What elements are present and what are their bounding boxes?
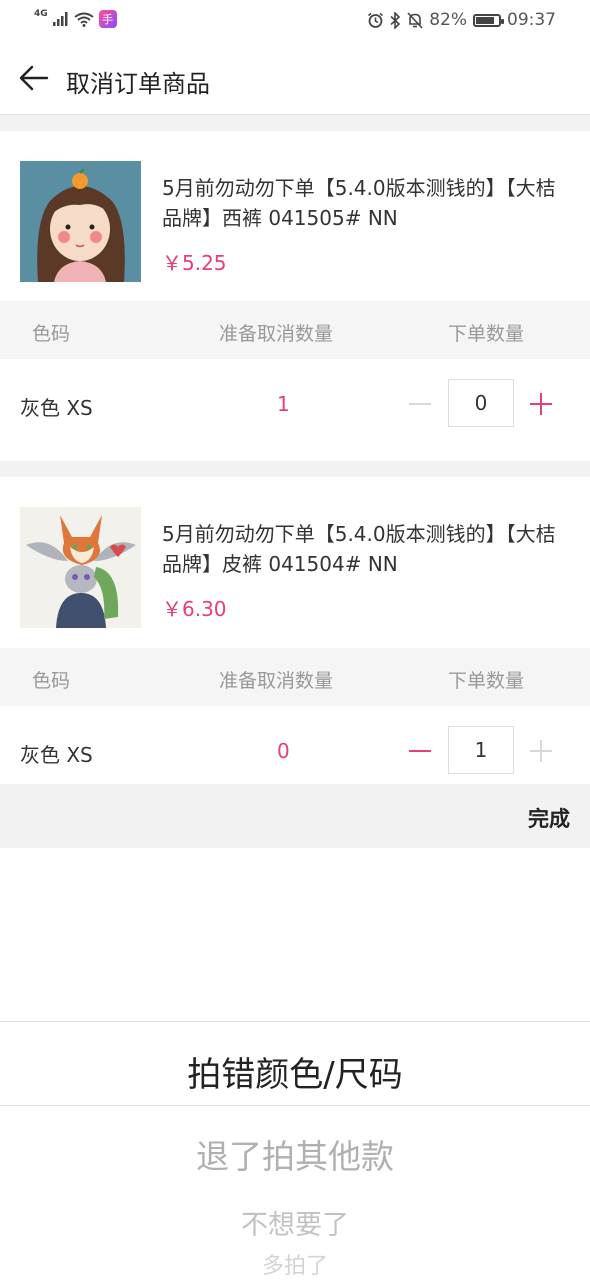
table-header: 色码 准备取消数量 下单数量 — [0, 648, 590, 706]
product-image[interactable] — [20, 161, 141, 282]
cancel-qty-header: 准备取消数量 — [219, 670, 334, 692]
app-icon: 手 — [98, 10, 117, 28]
picker-option[interactable]: 退了拍其他款 — [0, 1130, 590, 1178]
product-name: 5月前勿动勿下单【5.4.0版本测钱的】【大桔品牌】皮裤 041504# NN — [162, 522, 556, 576]
decrement-button[interactable] — [400, 381, 440, 427]
picker-toolbar: 完成 — [0, 784, 590, 848]
color-size-header: 色码 — [32, 323, 71, 345]
section-divider — [0, 461, 590, 477]
picker-divider-bottom — [0, 1105, 590, 1106]
picker-option[interactable]: 多拍了 — [0, 1248, 590, 1280]
battery-percent: 82% — [429, 10, 467, 30]
picker-option[interactable]: 不想要了 — [0, 1203, 590, 1242]
increment-button[interactable] — [521, 728, 561, 774]
picker-divider-top — [0, 1021, 590, 1022]
status-bar: 4G 手 82% 09:37 — [0, 0, 590, 42]
cancel-quantity: 0 — [277, 739, 290, 763]
battery-icon — [473, 13, 504, 27]
alarm-icon — [368, 12, 384, 28]
product-image[interactable] — [20, 507, 141, 628]
sku-row: 灰色 XS 1 0 — [0, 359, 590, 451]
minus-icon — [409, 750, 431, 752]
table-header: 色码 准备取消数量 下单数量 — [0, 301, 590, 359]
quantity-input[interactable]: 1 — [448, 726, 514, 774]
header: 取消订单商品 — [0, 42, 590, 115]
picker-selected-option[interactable]: 拍错颜色/尺码 — [0, 1047, 590, 1096]
wifi-icon — [74, 12, 94, 27]
quantity-input[interactable]: 0 — [448, 379, 514, 427]
status-right: 82% 09:37 — [367, 10, 556, 30]
product-price: ￥5.25 — [162, 251, 227, 275]
increment-button[interactable] — [521, 381, 561, 427]
status-left: 4G 手 — [34, 9, 117, 28]
done-button[interactable]: 完成 — [528, 803, 570, 833]
battery-fill — [476, 16, 495, 24]
minus-icon — [409, 403, 431, 405]
order-qty-header: 下单数量 — [448, 670, 525, 692]
product-card: 5月前勿动勿下单【5.4.0版本测钱的】【大桔品牌】皮裤 041504# NN … — [0, 477, 590, 647]
color-size-header: 色码 — [32, 670, 71, 692]
section-divider — [0, 115, 590, 131]
cancel-quantity: 1 — [277, 392, 290, 416]
product-price: ￥6.30 — [162, 597, 227, 621]
back-arrow-icon[interactable] — [18, 62, 50, 94]
product-name: 5月前勿动勿下单【5.4.0版本测钱的】【大桔品牌】西裤 041505# NN — [162, 176, 556, 230]
cancel-qty-header: 准备取消数量 — [219, 323, 334, 345]
product-card: 5月前勿动勿下单【5.4.0版本测钱的】【大桔品牌】西裤 041505# NN … — [0, 131, 590, 301]
clock: 09:37 — [507, 10, 556, 30]
sku-label: 灰色 XS — [20, 396, 93, 420]
mute-icon — [407, 11, 423, 29]
plus-icon — [530, 740, 552, 762]
order-qty-header: 下单数量 — [448, 323, 525, 345]
signal-icon — [52, 12, 68, 26]
plus-icon — [530, 393, 552, 415]
decrement-button[interactable] — [400, 728, 440, 774]
sku-label: 灰色 XS — [20, 743, 93, 767]
bluetooth-icon — [390, 11, 401, 29]
page-title: 取消订单商品 — [66, 70, 210, 98]
girl-illustration — [20, 161, 141, 282]
fox-bunny-illustration — [20, 507, 141, 628]
network-label: 4G — [34, 9, 48, 19]
